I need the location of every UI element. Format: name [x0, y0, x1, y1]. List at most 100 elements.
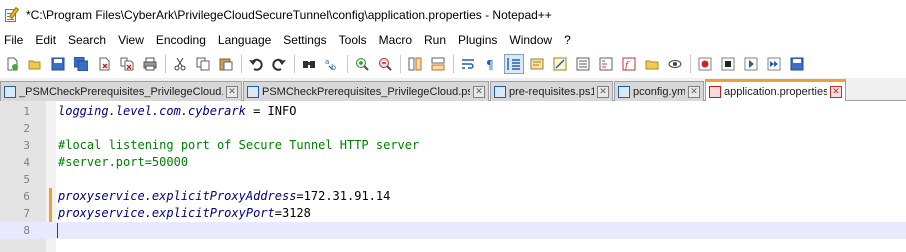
save-button[interactable]: [48, 54, 68, 74]
paste-button[interactable]: [216, 54, 236, 74]
user-language-button[interactable]: [527, 54, 547, 74]
zoom-in-button[interactable]: [352, 54, 372, 74]
tab-label: pconfig.yml: [633, 85, 685, 98]
function-list-button[interactable]: [573, 54, 593, 74]
toolbar: ab ¶ f: [0, 50, 906, 78]
text-caret: [57, 223, 58, 238]
redo-icon: [272, 58, 286, 71]
save-all-button[interactable]: [71, 54, 91, 74]
document-map-button[interactable]: [550, 54, 570, 74]
property-operator: =: [245, 104, 268, 118]
line-number: 7: [23, 207, 30, 220]
show-all-characters-button[interactable]: ¶: [481, 54, 501, 74]
play-macro-button[interactable]: [741, 54, 761, 74]
run-macro-multiple-button[interactable]: [764, 54, 784, 74]
close-icon[interactable]: ✕: [226, 85, 238, 98]
line-number: 3: [23, 139, 30, 152]
code-line[interactable]: 1 logging.level.com.cyberark = INFO: [0, 103, 906, 120]
tab-pconfig-yml[interactable]: pconfig.yml ✕: [614, 81, 704, 101]
tab-application-properties[interactable]: application.properties ✕: [705, 79, 846, 101]
close-icon[interactable]: ✕: [830, 85, 842, 98]
stop-macro-button[interactable]: [718, 54, 738, 74]
menu-help[interactable]: ?: [558, 31, 577, 49]
menu-file[interactable]: File: [2, 31, 29, 49]
play-macro-icon: [744, 57, 758, 71]
toolbar-separator: [165, 55, 166, 73]
folder-button[interactable]: [642, 54, 662, 74]
menu-macro[interactable]: Macro: [373, 31, 418, 49]
monitoring-button[interactable]: [665, 54, 685, 74]
save-macro-button[interactable]: [787, 54, 807, 74]
toolbar-separator: [400, 55, 401, 73]
sync-vertical-button[interactable]: [405, 54, 425, 74]
tab-psmcheckprerequisites-ps1[interactable]: PSMCheckPrerequisites_PrivilegeCloud.ps1…: [243, 81, 489, 101]
close-icon[interactable]: ✕: [473, 85, 485, 98]
copy-button[interactable]: [193, 54, 213, 74]
code-line[interactable]: 3 #local listening port of Secure Tunnel…: [0, 137, 906, 154]
close-button[interactable]: [94, 54, 114, 74]
line-number: 5: [23, 173, 30, 186]
code-line[interactable]: 2: [0, 120, 906, 137]
function-list-icon: [576, 57, 590, 71]
menu-window[interactable]: Window: [503, 31, 558, 49]
monitoring-icon: [668, 60, 682, 68]
run-macro-multiple-icon: [767, 57, 781, 71]
tab-label: pre-requisites.ps1: [509, 85, 594, 98]
code-line[interactable]: 6 proxyservice.explicitProxyAddress=172.…: [0, 188, 906, 205]
find-icon: [303, 61, 315, 68]
function-button[interactable]: f: [619, 54, 639, 74]
menu-edit[interactable]: Edit: [29, 31, 62, 49]
menu-run[interactable]: Run: [418, 31, 452, 49]
word-wrap-icon: [462, 59, 474, 69]
user-language-icon: [530, 58, 544, 70]
copy-icon: [196, 57, 210, 71]
current-line[interactable]: 8: [0, 222, 906, 239]
code-line[interactable]: 5: [0, 171, 906, 188]
tab-pre-requisites-ps1[interactable]: pre-requisites.ps1 ✕: [490, 81, 613, 101]
close-all-icon: [120, 57, 134, 71]
close-icon[interactable]: ✕: [688, 85, 700, 98]
undo-button[interactable]: [246, 54, 266, 74]
menu-tools[interactable]: Tools: [333, 31, 373, 49]
folder-workspace-icon: [599, 57, 613, 71]
zoom-out-button[interactable]: [375, 54, 395, 74]
toolbar-separator: [294, 55, 295, 73]
save-macro-icon: [790, 57, 804, 71]
open-file-button[interactable]: [25, 54, 45, 74]
sync-vertical-icon: [408, 57, 422, 71]
open-file-icon: [28, 60, 41, 70]
sync-horizontal-icon: [431, 57, 445, 71]
menu-plugins[interactable]: Plugins: [452, 31, 503, 49]
menu-settings[interactable]: Settings: [277, 31, 332, 49]
menu-search[interactable]: Search: [62, 31, 112, 49]
show-all-characters-icon: ¶: [486, 58, 494, 71]
new-file-button[interactable]: [2, 54, 22, 74]
title-bar: *C:\Program Files\CyberArk\PrivilegeClou…: [0, 0, 906, 30]
property-value: INFO: [267, 104, 297, 118]
word-wrap-button[interactable]: [458, 54, 478, 74]
property-key: proxyservice.explicitProxyPort: [58, 206, 275, 220]
tab-label: application.properties: [724, 85, 827, 98]
change-history-marker: [49, 188, 52, 205]
redo-button[interactable]: [269, 54, 289, 74]
cut-button[interactable]: [170, 54, 190, 74]
print-icon: [143, 57, 157, 71]
sync-horizontal-button[interactable]: [428, 54, 448, 74]
notepad-plus-plus-icon: [4, 6, 20, 23]
menu-view[interactable]: View: [112, 31, 150, 49]
tab-psmcheckprerequisites-ini[interactable]: _PSMCheckPrerequisites_PrivilegeCloud.in…: [0, 81, 242, 101]
folder-workspace-button[interactable]: [596, 54, 616, 74]
menu-encoding[interactable]: Encoding: [150, 31, 212, 49]
find-button[interactable]: [299, 54, 319, 74]
code-line[interactable]: 7 proxyservice.explicitProxyPort=3128: [0, 205, 906, 222]
code-line[interactable]: 4 #server.port=50000: [0, 154, 906, 171]
close-icon[interactable]: ✕: [597, 85, 609, 98]
print-button[interactable]: [140, 54, 160, 74]
menu-language[interactable]: Language: [212, 31, 277, 49]
record-macro-button[interactable]: [695, 54, 715, 74]
replace-button[interactable]: ab: [322, 54, 342, 74]
property-key: logging.level.com.cyberark: [58, 104, 246, 118]
indent-guide-button[interactable]: [504, 54, 524, 74]
close-all-button[interactable]: [117, 54, 137, 74]
text-editor[interactable]: 1 logging.level.com.cyberark = INFO 2 3 …: [0, 101, 906, 252]
